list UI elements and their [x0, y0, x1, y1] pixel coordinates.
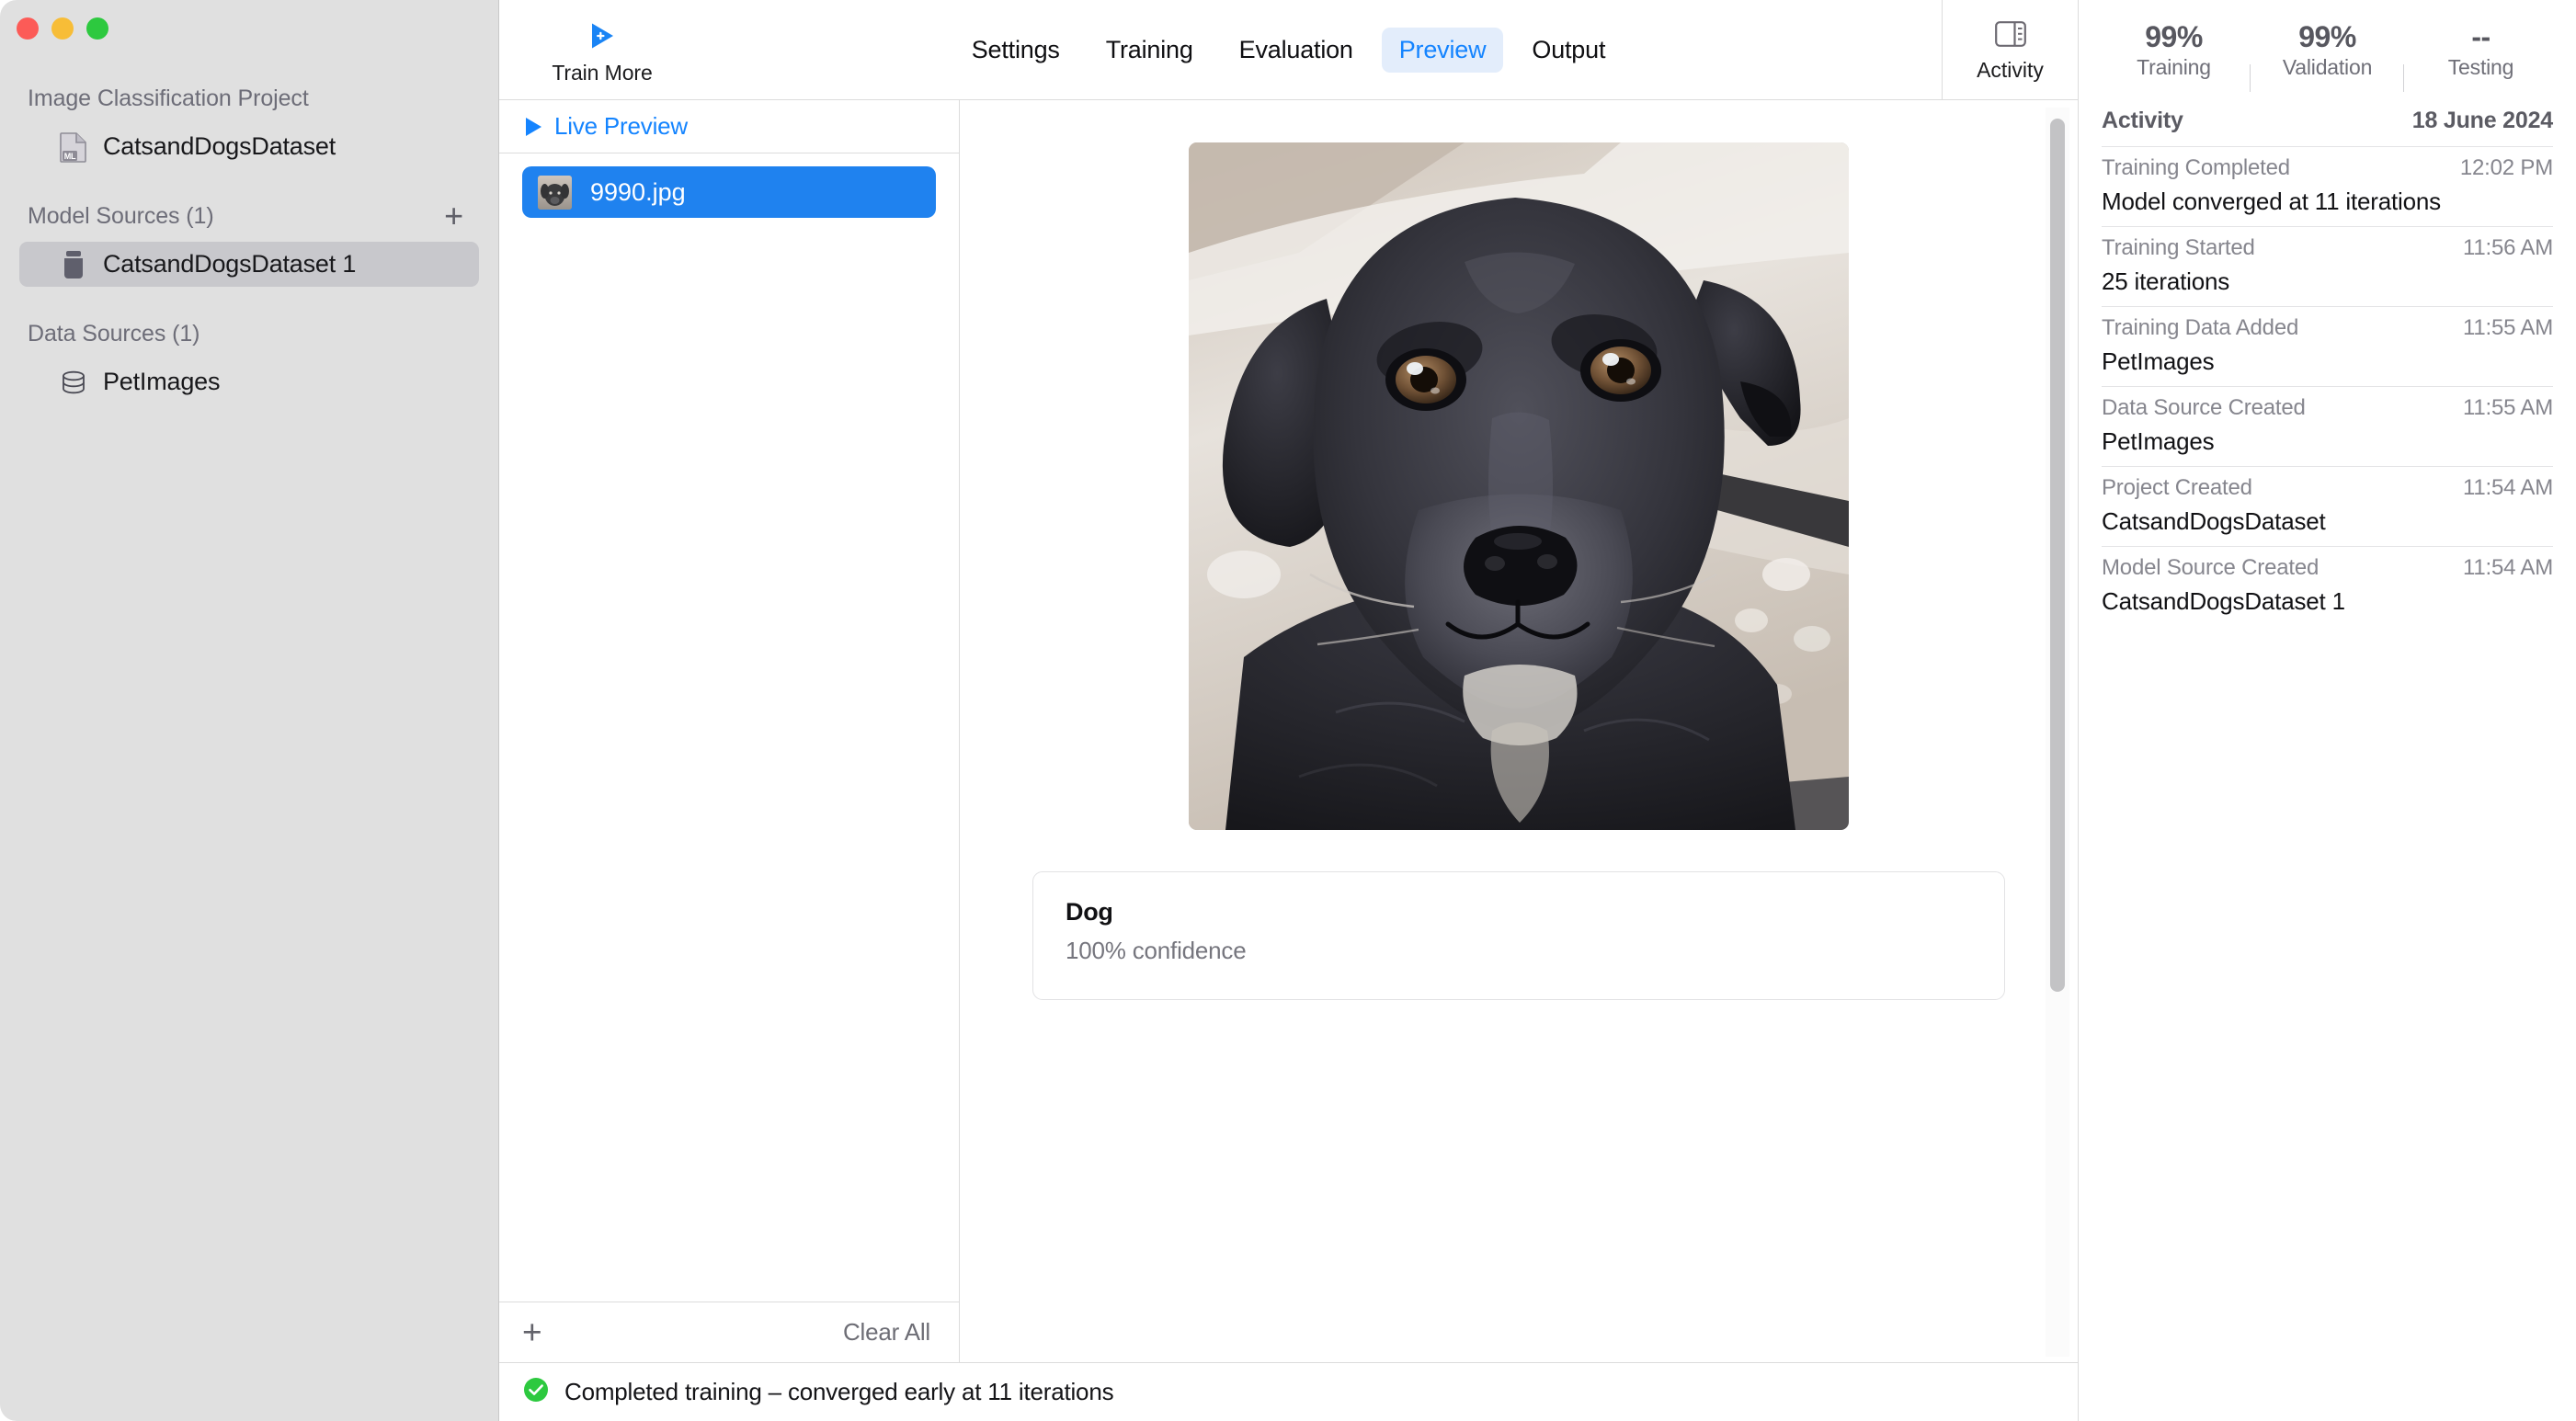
activity-item-time: 11:54 AM	[2463, 475, 2553, 501]
activity-item-detail: PetImages	[2102, 347, 2553, 376]
sidebar-item-project-label: CatsandDogsDataset	[103, 132, 336, 161]
add-preview-file-button[interactable]: +	[522, 1315, 542, 1349]
zoom-window-button[interactable]	[86, 17, 108, 40]
activity-item-time: 11:55 AM	[2463, 315, 2553, 341]
sidebar-item-model-source[interactable]: CatsandDogsDataset 1	[19, 242, 479, 287]
status-message: Completed training – converged early at …	[564, 1378, 1113, 1406]
metric-validation: 99% Validation	[2251, 20, 2404, 81]
preview-scrollbar[interactable]	[2046, 108, 2069, 1357]
status-bar: Completed training – converged early at …	[499, 1362, 2078, 1421]
preview-file-pane: Live Preview	[499, 100, 960, 1362]
tab-evaluation[interactable]: Evaluation	[1222, 28, 1371, 73]
activity-item-title: Project Created	[2102, 475, 2252, 501]
activity-item-detail: PetImages	[2102, 427, 2553, 456]
activity-item-title: Training Completed	[2102, 155, 2290, 181]
activity-item-detail: Model converged at 11 iterations	[2102, 188, 2553, 216]
activity-item-detail: CatsandDogsDataset	[2102, 507, 2553, 536]
train-more-label: Train More	[552, 61, 652, 85]
activity-button-label: Activity	[1977, 58, 2044, 83]
list-item[interactable]: 9990.jpg	[522, 166, 936, 218]
tab-training[interactable]: Training	[1089, 28, 1211, 73]
metric-testing: -- Testing	[2404, 20, 2558, 81]
sidebar-toggle-icon	[1995, 21, 2026, 51]
metric-training: 99% Training	[2097, 20, 2251, 81]
activity-item-title: Data Source Created	[2102, 395, 2306, 421]
activity-item-time: 12:02 PM	[2460, 155, 2553, 181]
project-section-label: Image Classification Project	[28, 85, 309, 112]
database-icon	[58, 367, 89, 398]
metric-validation-value: 99%	[2298, 20, 2356, 54]
tab-settings[interactable]: Settings	[954, 28, 1077, 73]
activity-item: Training Data Added 11:55 AM PetImages	[2102, 306, 2553, 386]
model-sources-section-header: Model Sources (1) +	[0, 202, 498, 230]
metric-testing-caption: Testing	[2448, 55, 2513, 80]
main-content-area: Train More Settings Training Evaluation …	[499, 0, 2078, 1421]
activity-title: Activity	[2102, 108, 2183, 134]
play-icon	[526, 118, 541, 136]
maincanvas-window: Image Classification Project ML CatsandD…	[0, 0, 2576, 1421]
sidebar-item-project[interactable]: ML CatsandDogsDataset	[19, 124, 479, 169]
model-sources-label: Model Sources (1)	[28, 203, 214, 230]
traffic-lights	[17, 17, 108, 40]
activity-item-title: Training Started	[2102, 235, 2255, 261]
activity-date: 18 June 2024	[2412, 108, 2553, 134]
activity-item-detail: CatsandDogsDataset 1	[2102, 587, 2553, 616]
preview-image	[1189, 142, 1849, 830]
dog-thumbnail-icon	[538, 176, 572, 210]
activity-item-title: Model Source Created	[2102, 555, 2319, 581]
ml-document-icon: ML	[58, 131, 89, 163]
preview-file-list: 9990.jpg	[499, 153, 959, 1302]
minimize-window-button[interactable]	[51, 17, 74, 40]
activity-item: Training Started 11:56 AM 25 iterations	[2102, 226, 2553, 306]
metric-testing-value: --	[2471, 20, 2490, 54]
tab-preview[interactable]: Preview	[1382, 28, 1504, 73]
prediction-confidence: 100% confidence	[1066, 937, 2004, 965]
activity-item-time: 11:54 AM	[2463, 555, 2553, 581]
activity-item: Project Created 11:54 AM CatsandDogsData…	[2102, 466, 2553, 546]
list-item-label: 9990.jpg	[590, 178, 686, 207]
preview-scrollbar-thumb[interactable]	[2050, 119, 2065, 992]
activity-item: Model Source Created 11:54 AM CatsandDog…	[2102, 546, 2553, 626]
sidebar-item-data-source-label: PetImages	[103, 368, 220, 396]
tab-output[interactable]: Output	[1514, 28, 1623, 73]
prediction-card: Dog 100% confidence	[1032, 871, 2005, 1000]
preview-workspace: Live Preview	[499, 100, 2078, 1362]
train-more-button[interactable]: Train More	[538, 15, 667, 85]
model-jar-icon	[58, 249, 89, 280]
play-plus-icon	[587, 20, 618, 56]
sidebar-item-data-source[interactable]: PetImages	[19, 359, 479, 404]
activity-item-detail: 25 iterations	[2102, 267, 2553, 296]
metric-validation-caption: Validation	[2283, 55, 2372, 80]
prediction-label: Dog	[1066, 898, 2004, 926]
preview-canvas: Dog 100% confidence	[960, 100, 2078, 1362]
activity-toggle-button[interactable]: Activity	[1942, 0, 2078, 99]
live-preview-label: Live Preview	[554, 112, 688, 141]
activity-item-time: 11:56 AM	[2463, 235, 2553, 261]
toolbar: Train More Settings Training Evaluation …	[499, 0, 2078, 100]
clear-all-button[interactable]: Clear All	[843, 1318, 930, 1347]
metric-training-value: 99%	[2145, 20, 2203, 54]
metric-training-caption: Training	[2137, 55, 2211, 80]
data-sources-section-header: Data Sources (1)	[0, 320, 498, 347]
sidebar-item-model-source-label: CatsandDogsDataset 1	[103, 250, 356, 279]
activity-panel: 99% Training 99% Validation -- Testing A…	[2078, 0, 2576, 1421]
svg-text:ML: ML	[64, 152, 76, 161]
activity-item: Training Completed 12:02 PM Model conver…	[2102, 146, 2553, 226]
data-sources-label: Data Sources (1)	[28, 321, 199, 347]
success-check-icon	[522, 1376, 550, 1408]
close-window-button[interactable]	[17, 17, 39, 40]
activity-list: Training Completed 12:02 PM Model conver…	[2079, 146, 2576, 626]
activity-item: Data Source Created 11:55 AM PetImages	[2102, 386, 2553, 466]
live-preview-button[interactable]: Live Preview	[499, 100, 959, 153]
project-section-header: Image Classification Project	[0, 85, 498, 112]
activity-item-time: 11:55 AM	[2463, 395, 2553, 421]
tab-bar: Settings Training Evaluation Preview Out…	[499, 0, 2078, 99]
activity-item-title: Training Data Added	[2102, 315, 2298, 341]
activity-header: Activity 18 June 2024	[2079, 100, 2576, 146]
accuracy-metrics: 99% Training 99% Validation -- Testing	[2079, 0, 2576, 100]
project-sidebar: Image Classification Project ML CatsandD…	[0, 0, 499, 1421]
preview-file-pane-footer: + Clear All	[499, 1302, 959, 1362]
add-model-source-button[interactable]: +	[444, 199, 463, 233]
